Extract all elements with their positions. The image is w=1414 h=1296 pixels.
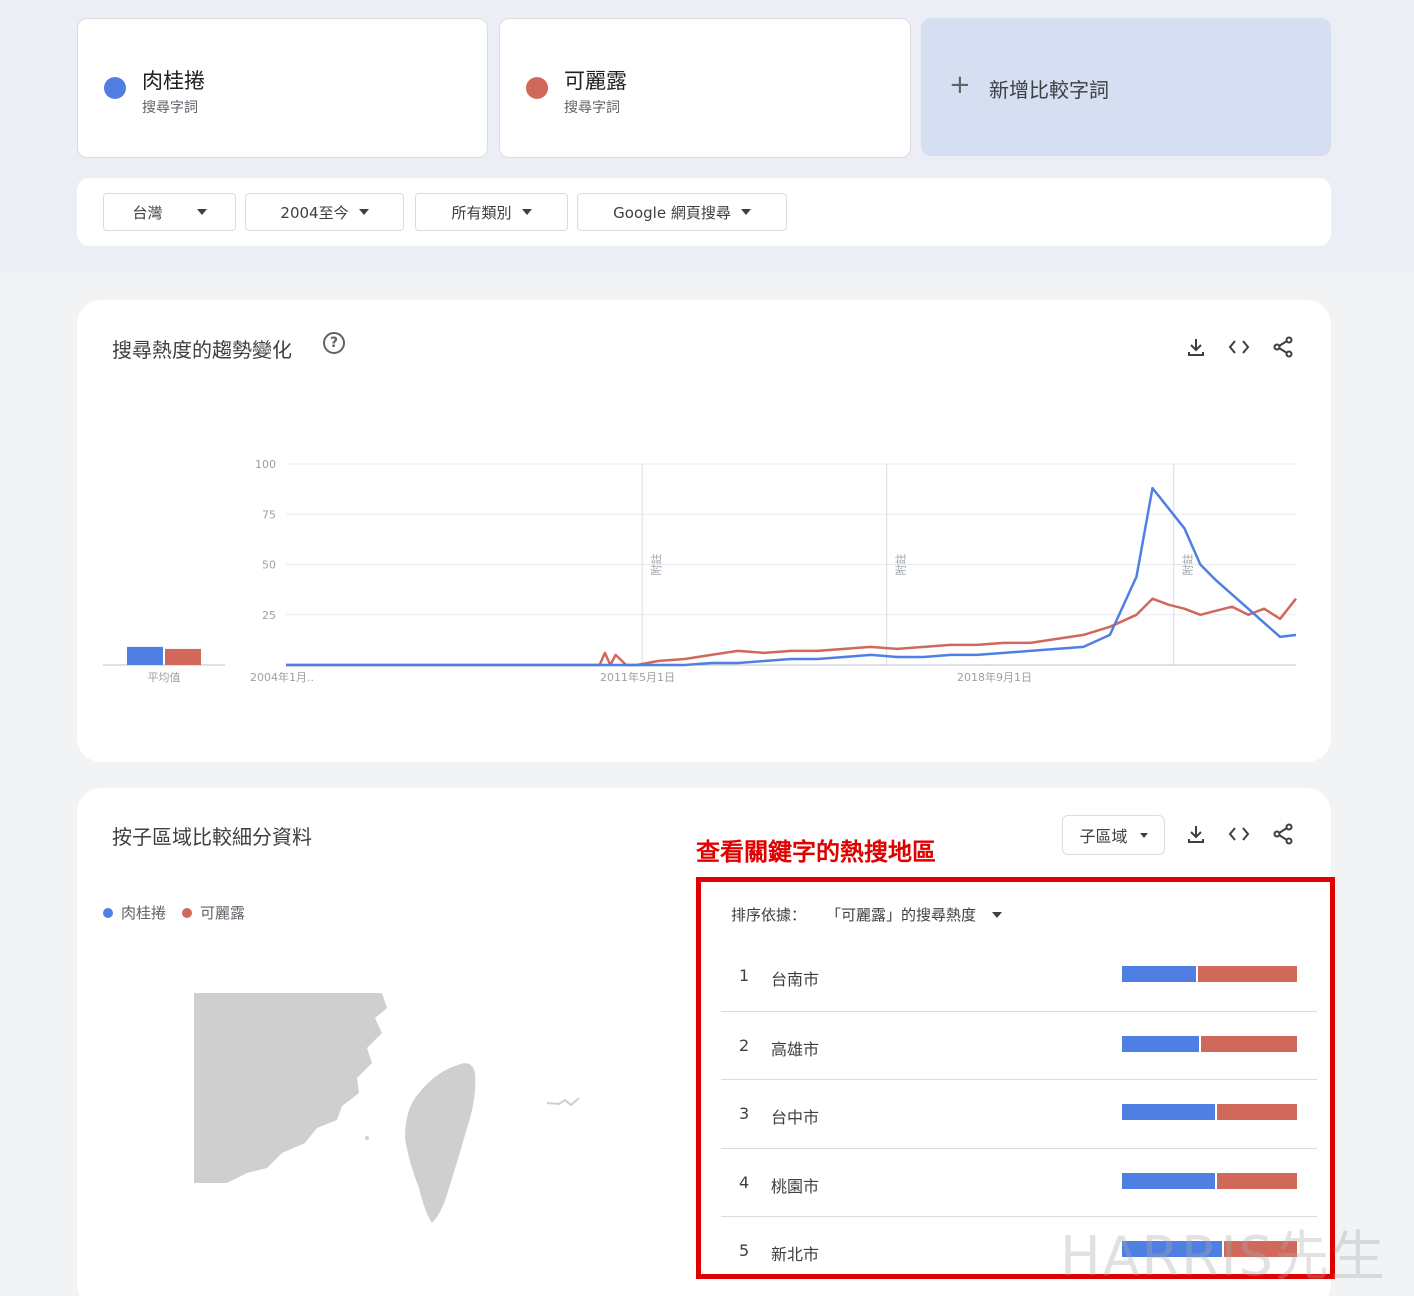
term-color-dot-2 <box>526 77 548 99</box>
sort-value: 「可麗露」的搜尋熱度 <box>826 906 977 924</box>
average-bar-term-1 <box>127 646 163 665</box>
legend-term-2: 可麗露 <box>200 904 246 922</box>
time-filter-label: 2004至今 <box>280 203 349 222</box>
region-name: 台南市 <box>771 970 820 989</box>
sort-selector[interactable]: 排序依據： 「可麗露」的搜尋熱度 <box>731 904 1003 925</box>
series-line-2 <box>286 597 1297 667</box>
region-row[interactable]: 2 高雄市 <box>721 1010 1317 1079</box>
region-rank: 2 <box>739 1035 750 1055</box>
note-label: 附註 <box>894 554 908 576</box>
y-tick-label: 75 <box>262 508 276 521</box>
outlying-islands-shape <box>546 1097 580 1107</box>
chevron-down-icon <box>196 209 207 215</box>
sub-region-dropdown-label: 子區域 <box>1079 827 1128 846</box>
region-name: 新北市 <box>771 1245 820 1264</box>
y-tick-label: 100 <box>255 458 276 471</box>
term-subtitle-2: 搜尋字詞 <box>564 100 620 116</box>
term-card-2[interactable]: 可麗露 搜尋字詞 <box>499 18 911 158</box>
sort-label: 排序依據： <box>731 906 807 924</box>
term-subtitle-1: 搜尋字詞 <box>142 100 198 116</box>
chevron-down-icon <box>1139 832 1148 838</box>
region-rank: 4 <box>739 1172 750 1192</box>
search-type-filter-dropdown[interactable]: Google 網頁搜尋 <box>577 193 787 231</box>
penghu-islands-shape <box>365 1136 369 1140</box>
region-row[interactable]: 1 台南市 <box>721 942 1317 1010</box>
region-map <box>194 993 580 1223</box>
x-tick-label: 2018年9月1日 <box>957 670 1032 684</box>
annotation-hot-regions: 查看關鍵字的熱搜地區 <box>696 838 936 866</box>
ratio-bar-term-1 <box>1122 1104 1215 1120</box>
region-ratio-bar <box>1122 1172 1297 1189</box>
region-row[interactable]: 3 台中市 <box>721 1079 1317 1147</box>
category-filter-dropdown[interactable]: 所有類別 <box>415 193 568 231</box>
x-tick-label: 2011年5月1日 <box>600 670 675 684</box>
region-legend: 肉桂捲 可麗露 <box>103 902 245 923</box>
term-name-1: 肉桂捲 <box>142 69 205 93</box>
region-name: 高雄市 <box>771 1039 820 1059</box>
x-tick-label: 2004年1月.. <box>250 670 314 684</box>
region-filter-dropdown[interactable]: 台灣 <box>103 193 236 231</box>
add-compare-term-button[interactable]: + 新增比較字詞 <box>921 18 1331 156</box>
taiwan-island-shape <box>405 1063 476 1223</box>
trend-line-chart: 100 75 50 25 附註 附註 附註 2004年1月.. 2011年5月1日 2018年9月… <box>103 458 1297 684</box>
region-rank: 3 <box>739 1104 750 1123</box>
region-ratio-bar <box>1122 1104 1297 1120</box>
term-name-2: 可麗露 <box>564 69 627 93</box>
region-name: 桃園市 <box>771 1176 820 1196</box>
region-row[interactable]: 4 桃園市 <box>721 1147 1317 1216</box>
embed-code-icon[interactable] <box>1226 821 1252 847</box>
chevron-down-icon <box>992 911 1003 918</box>
watermark-logo: HARRIS先生 <box>1060 1225 1387 1288</box>
download-icon[interactable] <box>1183 821 1209 847</box>
legend-dot-2 <box>182 907 193 918</box>
sub-region-dropdown[interactable]: 子區域 <box>1062 815 1165 855</box>
plus-icon: + <box>949 70 971 100</box>
region-panel-title: 按子區域比較細分資料 <box>112 825 312 849</box>
average-label: 平均值 <box>148 671 181 684</box>
chevron-down-icon <box>358 209 369 215</box>
filter-bar: 台灣 2004至今 所有類別 Google 網頁搜尋 <box>77 178 1331 246</box>
term-color-dot-1 <box>104 77 126 99</box>
ratio-bar-term-2 <box>1201 1035 1297 1052</box>
legend-dot-1 <box>103 907 113 918</box>
region-ratio-bar <box>1122 966 1297 982</box>
region-ratio-bar <box>1122 1035 1297 1052</box>
legend-term-1: 肉桂捲 <box>121 904 167 922</box>
y-tick-label: 50 <box>262 559 276 572</box>
trend-panel: 搜尋熱度的趨勢變化 ? 100 75 50 25 附註 附註 附註 2004年1月.. 2011… <box>77 300 1331 762</box>
average-bar-term-2 <box>165 648 201 665</box>
ratio-bar-term-1 <box>1122 1035 1199 1052</box>
region-filter-label: 台灣 <box>132 203 163 222</box>
ratio-bar-term-1 <box>1122 1172 1215 1189</box>
region-rank: 5 <box>739 1241 750 1260</box>
share-icon[interactable] <box>1270 821 1296 847</box>
ratio-bar-term-2 <box>1197 966 1297 982</box>
chevron-down-icon <box>521 209 532 215</box>
y-tick-label: 25 <box>262 609 276 622</box>
note-label: 附註 <box>1181 554 1195 576</box>
region-rank: 1 <box>739 966 750 985</box>
note-label: 附註 <box>649 554 663 576</box>
time-filter-dropdown[interactable]: 2004至今 <box>245 193 404 231</box>
region-name: 台中市 <box>771 1108 820 1127</box>
ratio-bar-term-2 <box>1216 1104 1297 1120</box>
category-filter-label: 所有類別 <box>451 203 512 222</box>
ratio-bar-term-2 <box>1216 1172 1297 1189</box>
search-type-filter-label: Google 網頁搜尋 <box>613 203 731 222</box>
term-card-1[interactable]: 肉桂捲 搜尋字詞 <box>77 18 488 158</box>
ratio-bar-term-1 <box>1122 966 1196 982</box>
chevron-down-icon <box>740 209 751 215</box>
mainland-coast-shape <box>194 993 387 1183</box>
add-compare-term-label: 新增比較字詞 <box>989 78 1109 102</box>
